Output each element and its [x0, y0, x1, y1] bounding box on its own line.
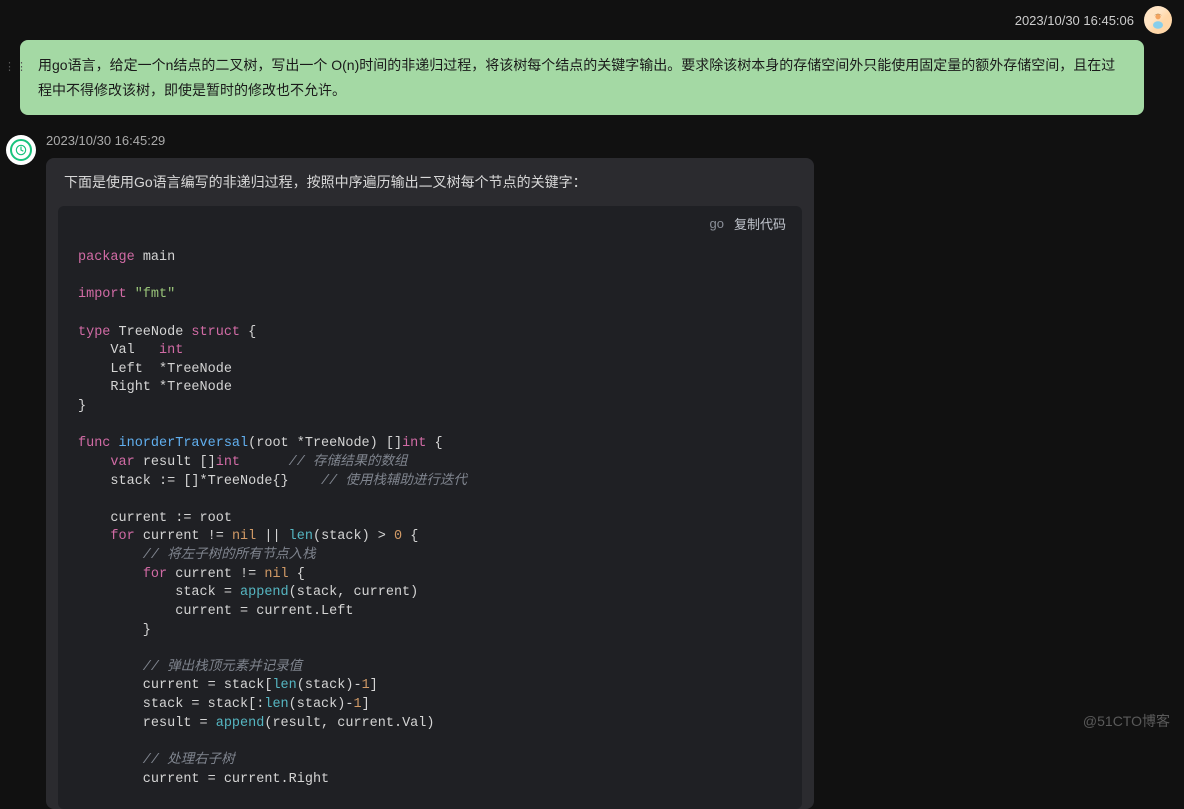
code-language-label: go: [710, 216, 724, 231]
ai-avatar: [6, 135, 36, 165]
drag-handle-icon[interactable]: ⋮⋮: [4, 64, 28, 70]
user-avatar: [1144, 6, 1172, 34]
user-message-bubble: 用go语言，给定一个n结点的二叉树，写出一个 O(n)时间的非递归过程，将该树每…: [20, 40, 1144, 115]
user-message-text: 用go语言，给定一个n结点的二叉树，写出一个 O(n)时间的非递归过程，将该树每…: [38, 57, 1115, 98]
code-content[interactable]: package main import "fmt" type TreeNode …: [58, 239, 802, 809]
watermark-text: @51CTO博客: [1083, 711, 1170, 731]
user-timestamp: 2023/10/30 16:45:06: [1015, 13, 1134, 28]
ai-intro-text: 下面是使用Go语言编写的非递归过程，按照中序遍历输出二叉树每个节点的关键字：: [46, 172, 814, 206]
ai-timestamp: 2023/10/30 16:45:29: [46, 133, 814, 148]
copy-code-button[interactable]: 复制代码: [734, 214, 786, 233]
ai-message-bubble: 下面是使用Go语言编写的非递归过程，按照中序遍历输出二叉树每个节点的关键字： g…: [46, 158, 814, 809]
code-block: go 复制代码 package main import "fmt" type T…: [58, 206, 802, 809]
